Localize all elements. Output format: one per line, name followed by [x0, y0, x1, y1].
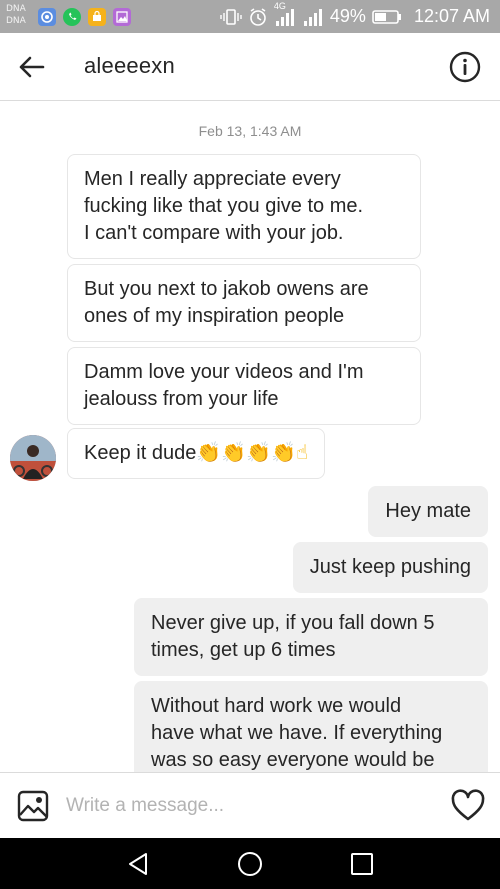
square-recent-icon [351, 853, 373, 875]
message-line: have what we have. If everything [151, 722, 443, 744]
whatsapp-icon [63, 8, 81, 26]
message-line: times, get up 6 times [151, 639, 336, 661]
message-thread[interactable]: Feb 13, 1:43 AM Men I really appreciate … [0, 102, 500, 772]
message-line: Never give up, if you fall down 5 [151, 612, 435, 634]
message-line: Hey mate [385, 500, 471, 522]
message-bubble-outgoing[interactable]: Just keep pushing [292, 542, 488, 593]
nav-back-button[interactable] [124, 850, 152, 878]
triangle-back-icon [129, 853, 147, 875]
alarm-icon [248, 7, 268, 27]
message-bubble-outgoing[interactable]: Hey mate [368, 486, 488, 537]
message-bubble-incoming[interactable]: But you next to jakob owens are ones of … [67, 264, 421, 342]
clock: 12:07 AM [413, 6, 490, 26]
message-line: jealouss from your life [84, 388, 279, 410]
date-separator: Feb 13, 1:43 AM [198, 123, 302, 139]
info-button[interactable] [448, 50, 482, 84]
battery-percent: 49% [329, 6, 366, 26]
message-line: Keep it dude [84, 442, 197, 464]
carrier-bottom: DNA [6, 16, 26, 26]
status-bar: DNA DNA 4G 49% 12:07 AM [0, 0, 500, 33]
signal-icon-4g: 4G [274, 1, 296, 27]
conversation-header: aleeeexn [0, 33, 500, 101]
info-icon [449, 51, 481, 83]
message-line: ones of my inspiration people [84, 305, 345, 327]
gallery-notification-icon [113, 8, 131, 26]
message-composer [0, 772, 500, 838]
message-line: But you next to jakob owens are [84, 278, 369, 300]
message-line: Men I really appreciate every [84, 168, 341, 190]
message-bubble-incoming[interactable]: Damm love your videos and I'm jealouss f… [67, 347, 421, 425]
message-input[interactable] [66, 789, 426, 823]
message-bubble-incoming[interactable]: Men I really appreciate every fucking li… [67, 154, 421, 259]
back-button[interactable] [14, 49, 50, 85]
circle-home-icon [238, 852, 262, 876]
message-line: Without hard work we would [151, 695, 402, 717]
arrow-left-icon [19, 56, 45, 78]
message-line: Just keep pushing [309, 556, 471, 578]
heart-icon [451, 789, 485, 821]
message-line: I can't compare with your job. [84, 222, 344, 244]
vibrate-icon [220, 8, 242, 26]
gallery-button[interactable] [16, 789, 50, 823]
carrier-top: DNA [6, 4, 26, 14]
conversation-title[interactable]: aleeeexn [84, 53, 175, 79]
store-icon [88, 8, 106, 26]
system-nav-bar [0, 838, 500, 889]
message-bubble-outgoing[interactable]: Without hard work we would have what we … [134, 681, 488, 772]
message-bubble-outgoing[interactable]: Never give up, if you fall down 5 times,… [134, 598, 488, 676]
status-right: 4G 49% 12:07 AM [220, 0, 490, 33]
message-bubble-incoming[interactable]: Keep it dude👏👏👏👏☝ [67, 428, 326, 479]
nav-recent-button[interactable] [348, 850, 376, 878]
avatar[interactable] [10, 435, 56, 481]
app-notification-icon [38, 8, 56, 26]
message-line: fucking like that you give to me. [84, 195, 364, 217]
signal-icon [302, 7, 324, 27]
like-button[interactable] [450, 789, 486, 823]
battery-icon [372, 9, 402, 25]
carrier-label: DNA DNA [6, 3, 26, 27]
network-type: 4G [273, 0, 286, 11]
message-line: was so easy everyone would be [151, 749, 435, 771]
nav-home-button[interactable] [236, 850, 264, 878]
clapping-hands-emoji: 👏👏👏👏☝ [196, 442, 309, 464]
message-line: Damm love your videos and I'm [84, 361, 364, 383]
image-icon [17, 790, 49, 822]
